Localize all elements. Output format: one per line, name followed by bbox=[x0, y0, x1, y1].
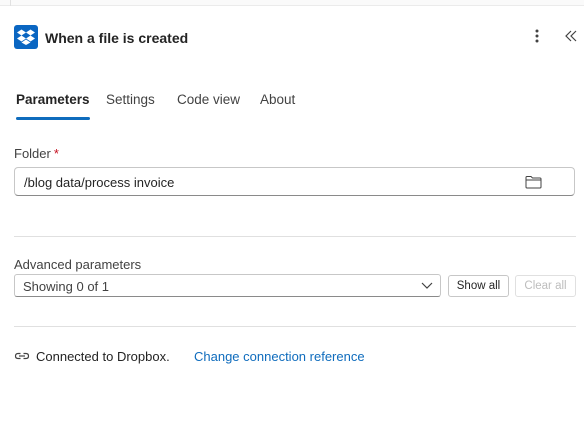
advanced-parameters-label: Advanced parameters bbox=[14, 257, 142, 272]
page-title: When a file is created bbox=[45, 30, 189, 46]
top-strip-divider bbox=[10, 0, 11, 6]
change-connection-link[interactable]: Change connection reference bbox=[194, 349, 365, 364]
tab-label: Code view bbox=[177, 92, 241, 107]
tab-parameters[interactable]: Parameters bbox=[16, 92, 90, 122]
top-strip bbox=[0, 0, 584, 6]
connection-text: Connected to Dropbox. bbox=[36, 349, 170, 364]
folder-field-label: Folder * bbox=[14, 146, 59, 161]
tab-label: About bbox=[260, 92, 296, 107]
show-all-button[interactable]: Show all bbox=[448, 275, 509, 297]
folder-label-text: Folder bbox=[14, 146, 51, 161]
tab-code-view[interactable]: Code view bbox=[177, 92, 240, 122]
folder-input[interactable]: /blog data/process invoice bbox=[14, 167, 575, 196]
more-options-button[interactable] bbox=[528, 25, 546, 47]
folder-input-value: /blog data/process invoice bbox=[24, 175, 175, 190]
link-icon bbox=[14, 352, 30, 360]
dropbox-logo-icon bbox=[14, 25, 38, 49]
chevron-down-icon bbox=[421, 282, 433, 289]
clear-all-button[interactable]: Clear all bbox=[515, 275, 576, 297]
tab-label: Parameters bbox=[16, 92, 90, 107]
required-indicator: * bbox=[53, 146, 59, 161]
folder-icon bbox=[525, 175, 541, 188]
collapse-panel-button[interactable] bbox=[562, 25, 580, 47]
double-chevron-left-icon bbox=[565, 30, 577, 42]
tab-label: Settings bbox=[106, 92, 155, 107]
tab-settings[interactable]: Settings bbox=[106, 92, 155, 122]
dropdown-value: Showing 0 of 1 bbox=[23, 279, 110, 294]
dropbox-glyph bbox=[17, 29, 35, 45]
panel-header: When a file is created bbox=[14, 25, 580, 53]
browse-folder-button[interactable] bbox=[523, 173, 543, 190]
more-vertical-icon bbox=[535, 29, 539, 43]
section-divider bbox=[14, 236, 576, 237]
advanced-parameters-dropdown[interactable]: Showing 0 of 1 bbox=[14, 274, 441, 297]
tab-about[interactable]: About bbox=[260, 92, 295, 122]
section-divider bbox=[14, 326, 576, 327]
active-tab-indicator bbox=[16, 117, 90, 120]
